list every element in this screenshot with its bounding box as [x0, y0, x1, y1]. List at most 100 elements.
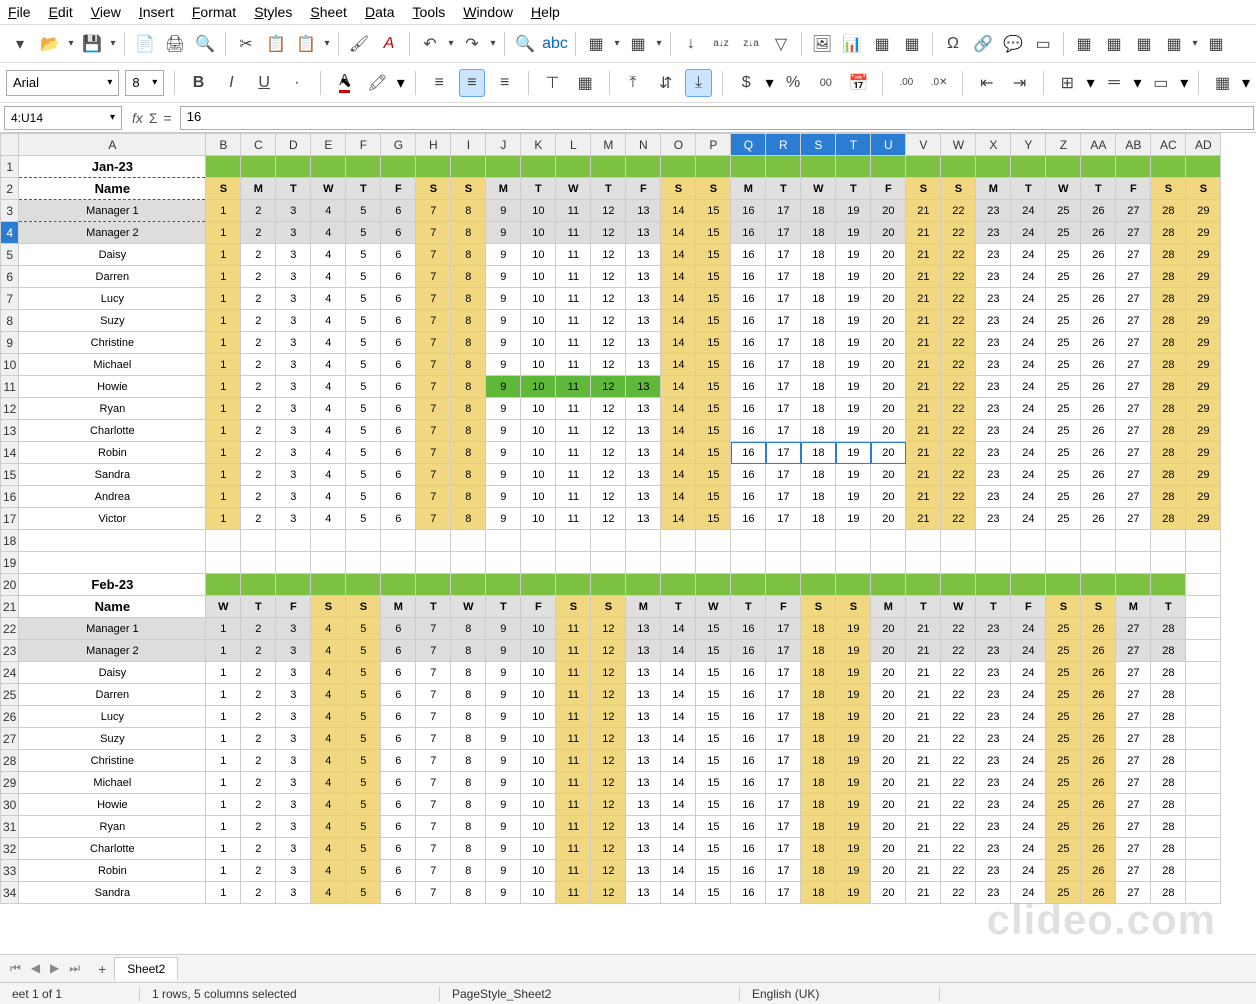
cell[interactable] — [976, 574, 1011, 596]
day-cell[interactable]: 18 — [801, 442, 836, 464]
day-cell[interactable]: 26 — [1081, 662, 1116, 684]
row-header-32[interactable]: 32 — [1, 838, 19, 860]
day-cell[interactable]: 5 — [346, 728, 381, 750]
del-decimal-icon[interactable]: .0✕ — [926, 69, 953, 97]
row-header-7[interactable]: 7 — [1, 288, 19, 310]
day-cell[interactable]: 7 — [416, 332, 451, 354]
day-cell[interactable]: 20 — [871, 486, 906, 508]
day-cell[interactable]: 12 — [591, 200, 626, 222]
dow[interactable]: F — [1116, 178, 1151, 200]
day-cell[interactable]: 6 — [381, 772, 416, 794]
day-cell[interactable]: 29 — [1186, 310, 1221, 332]
day-cell[interactable]: 20 — [871, 376, 906, 398]
day-cell[interactable]: 11 — [556, 640, 591, 662]
dow[interactable]: T — [906, 596, 941, 618]
day-cell[interactable]: 8 — [451, 860, 486, 882]
day-cell[interactable]: 19 — [836, 222, 871, 244]
day-cell[interactable]: 22 — [941, 376, 976, 398]
day-cell[interactable]: 11 — [556, 662, 591, 684]
day-cell[interactable]: 11 — [556, 332, 591, 354]
col-header-D[interactable]: D — [276, 134, 311, 156]
day-cell[interactable]: 17 — [766, 860, 801, 882]
align-right-icon[interactable]: ≡ — [491, 69, 518, 97]
open-icon[interactable]: 📂 — [36, 30, 64, 58]
dow[interactable]: T — [1011, 178, 1046, 200]
equals-icon[interactable]: = — [164, 110, 172, 126]
day-cell[interactable]: 7 — [416, 772, 451, 794]
day-cell[interactable]: 12 — [591, 420, 626, 442]
day-cell[interactable]: 29 — [1186, 288, 1221, 310]
day-cell[interactable]: 28 — [1151, 728, 1186, 750]
day-cell[interactable]: 5 — [346, 486, 381, 508]
day-cell[interactable]: 22 — [941, 816, 976, 838]
jan-name-hdr[interactable]: Name — [19, 178, 206, 200]
indent-dec-icon[interactable]: ⇤ — [973, 69, 1000, 97]
day-cell[interactable]: 21 — [906, 266, 941, 288]
day-cell[interactable]: 13 — [626, 464, 661, 486]
day-cell[interactable]: 9 — [486, 288, 521, 310]
day-cell[interactable]: 10 — [521, 662, 556, 684]
day-cell[interactable]: 26 — [1081, 706, 1116, 728]
day-cell[interactable]: 22 — [941, 838, 976, 860]
borders-icon[interactable]: ⊞ — [1054, 69, 1081, 97]
day-cell[interactable]: 6 — [381, 464, 416, 486]
day-cell[interactable]: 11 — [556, 772, 591, 794]
cell[interactable] — [381, 574, 416, 596]
day-cell[interactable]: 6 — [381, 486, 416, 508]
day-cell[interactable]: 21 — [906, 640, 941, 662]
day-cell[interactable]: 5 — [346, 200, 381, 222]
day-cell[interactable]: 19 — [836, 420, 871, 442]
day-cell[interactable]: 10 — [521, 838, 556, 860]
dow[interactable]: S — [696, 178, 731, 200]
day-cell[interactable]: 10 — [521, 266, 556, 288]
day-cell[interactable]: 2 — [241, 354, 276, 376]
day-cell[interactable]: 14 — [661, 398, 696, 420]
day-cell[interactable]: 2 — [241, 200, 276, 222]
day-cell[interactable]: 13 — [626, 706, 661, 728]
row-header-11[interactable]: 11 — [1, 376, 19, 398]
day-cell[interactable]: 16 — [731, 398, 766, 420]
row-header-33[interactable]: 33 — [1, 860, 19, 882]
day-cell[interactable]: 13 — [626, 200, 661, 222]
day-cell[interactable]: 27 — [1116, 398, 1151, 420]
day-cell[interactable]: 23 — [976, 662, 1011, 684]
dow[interactable]: T — [661, 596, 696, 618]
day-cell[interactable]: 28 — [1151, 816, 1186, 838]
paste-dropdown-icon[interactable]: ▾ — [322, 30, 332, 58]
day-cell[interactable]: 14 — [661, 706, 696, 728]
day-cell[interactable]: 15 — [696, 288, 731, 310]
row-header-31[interactable]: 31 — [1, 816, 19, 838]
day-cell[interactable]: 13 — [626, 354, 661, 376]
day-cell[interactable]: 3 — [276, 376, 311, 398]
day-cell[interactable]: 21 — [906, 332, 941, 354]
day-cell[interactable]: 18 — [801, 750, 836, 772]
col-header-B[interactable]: B — [206, 134, 241, 156]
day-cell[interactable]: 4 — [311, 464, 346, 486]
sort-asc-icon[interactable]: ↓ — [677, 30, 705, 58]
day-cell[interactable]: 5 — [346, 464, 381, 486]
day-cell[interactable]: 9 — [486, 640, 521, 662]
day-cell[interactable]: 2 — [241, 860, 276, 882]
day-cell[interactable]: 6 — [381, 684, 416, 706]
day-cell[interactable]: 22 — [941, 222, 976, 244]
day-cell[interactable]: 1 — [206, 354, 241, 376]
day-cell[interactable]: 1 — [206, 794, 241, 816]
day-cell[interactable]: 28 — [1151, 860, 1186, 882]
function-wizard-icon[interactable]: fx — [132, 110, 143, 126]
day-cell[interactable]: 28 — [1151, 618, 1186, 640]
day-cell[interactable]: 18 — [801, 332, 836, 354]
day-cell[interactable]: 15 — [696, 794, 731, 816]
dow[interactable]: M — [976, 178, 1011, 200]
day-cell[interactable]: 14 — [661, 464, 696, 486]
row-header-29[interactable]: 29 — [1, 772, 19, 794]
day-cell[interactable]: 14 — [661, 376, 696, 398]
day-cell[interactable]: 20 — [871, 706, 906, 728]
day-cell[interactable]: 11 — [556, 860, 591, 882]
day-cell[interactable]: 27 — [1116, 288, 1151, 310]
row-header-26[interactable]: 26 — [1, 706, 19, 728]
day-cell[interactable]: 11 — [556, 420, 591, 442]
day-cell[interactable]: 5 — [346, 508, 381, 530]
day-cell[interactable]: 21 — [906, 200, 941, 222]
day-cell[interactable]: 22 — [941, 288, 976, 310]
borders-dropdown-icon[interactable]: ▾ — [1087, 73, 1095, 93]
